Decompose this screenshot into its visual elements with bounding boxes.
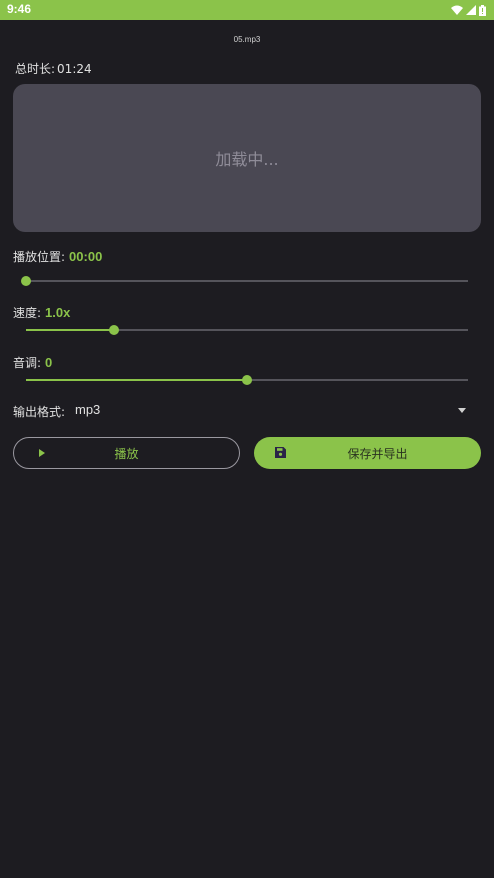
save-icon — [275, 447, 286, 458]
duration-label: 总时长: — [15, 62, 56, 76]
battery-icon — [479, 4, 486, 16]
status-icons — [451, 3, 486, 17]
status-bar: 9:46 — [0, 0, 494, 20]
output-format-label: 输出格式: — [13, 405, 66, 419]
play-button[interactable]: 播放 — [13, 437, 240, 469]
wifi-icon — [451, 5, 463, 15]
slider-thumb[interactable] — [242, 375, 252, 385]
save-export-button-label: 保存并导出 — [347, 446, 408, 461]
speed-row: 速度: 1.0x — [13, 304, 70, 321]
slider-thumb[interactable] — [109, 325, 120, 335]
slider-fill — [26, 379, 247, 381]
position-label: 播放位置: — [13, 250, 66, 264]
play-button-label: 播放 — [114, 446, 139, 461]
slider-track — [26, 280, 468, 282]
file-name: 05.mp3 — [233, 35, 261, 44]
total-duration: 总时长: 01:24 — [13, 60, 92, 77]
pitch-row: 音调: 0 — [13, 354, 52, 371]
pitch-value: 0 — [45, 355, 53, 370]
position-row: 播放位置: 00:00 — [13, 248, 102, 265]
signal-icon — [466, 5, 476, 15]
pitch-slider[interactable] — [26, 374, 468, 386]
save-export-button[interactable]: 保存并导出 — [254, 437, 481, 469]
position-slider[interactable] — [21, 275, 468, 287]
waveform-panel: 加载中... — [13, 84, 481, 232]
play-icon — [39, 449, 45, 457]
speed-value: 1.0x — [45, 305, 71, 320]
slider-thumb[interactable] — [21, 276, 31, 286]
position-value: 00:00 — [69, 249, 103, 264]
dropdown-arrow-icon — [458, 408, 466, 413]
waveform-loading-text: 加载中... — [215, 150, 279, 169]
speed-label: 速度: — [13, 306, 42, 320]
pitch-label: 音调: — [13, 356, 42, 370]
output-format-dropdown[interactable]: 输出格式: mp3 — [13, 402, 468, 420]
output-format-value: mp3 — [75, 402, 101, 417]
speed-slider[interactable] — [26, 324, 468, 336]
slider-fill — [26, 329, 115, 331]
status-time: 9:46 — [7, 2, 32, 16]
duration-value: 01:24 — [57, 62, 92, 76]
